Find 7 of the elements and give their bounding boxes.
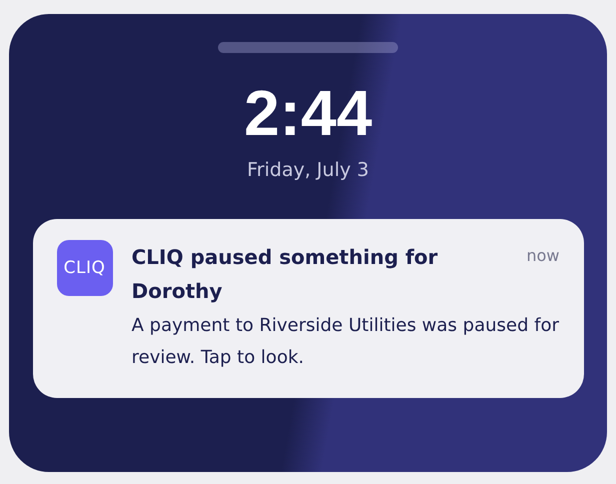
app-icon: CLIQ	[56, 240, 112, 296]
notification-title: CLIQ paused something for Dorothy	[132, 244, 439, 305]
clock-time: 2:44	[244, 83, 372, 143]
notification-card[interactable]: CLIQ CLIQ paused something for Dorothy now A payment to Riverside Utilities was paused for review. Tap to look.	[32, 219, 584, 398]
notification-time: now	[526, 246, 560, 265]
notification-body: A payment to Riverside Utilities was paused for review. Tap to look.	[132, 314, 560, 370]
clock-date: Friday, July 3	[247, 159, 369, 181]
